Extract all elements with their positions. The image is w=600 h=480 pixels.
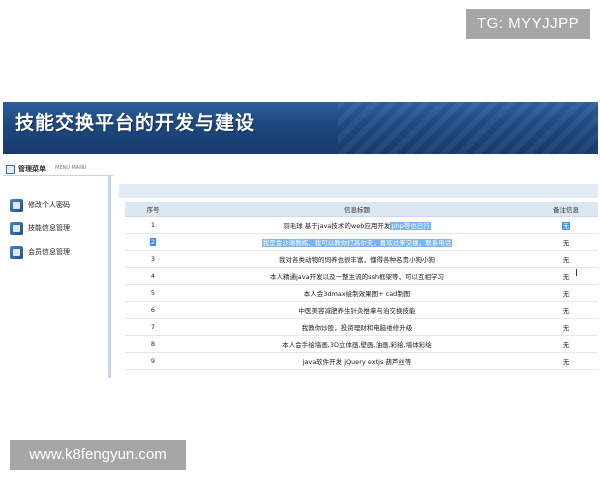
row-title[interactable]: 本人会3dmax绘制效果图+ cad制图 [181, 284, 533, 302]
row-number: 6 [125, 301, 181, 319]
table-row[interactable]: 8 本人会手绘墙画,3D立体画,壁画,油画,彩绘,墙体彩绘 无 [125, 335, 598, 353]
row-number: 9 [125, 352, 181, 370]
row-number-selected: 2 [149, 238, 157, 246]
sidebar-header: 管理菜单 MENU MANU [3, 163, 113, 176]
table-row[interactable]: 5 本人会3dmax绘制效果图+ cad制图 无 [125, 284, 598, 302]
table-row[interactable]: 2 我是金沙滩教练，我可以教你打高尔夫，喜欢过来交换，联系电话 无 [125, 233, 598, 251]
row-title[interactable]: 羽毛球 基于java技术的web应用开发php等也已行 [181, 216, 533, 234]
row-number: 1 [125, 216, 181, 234]
app-screenshot: 技能交换平台的开发与建设 管理菜单 MENU MANU 修改个人密码 技能信息管… [3, 102, 598, 378]
sidebar-item-label: 修改个人密码 [28, 201, 70, 209]
row-title[interactable]: 本人会手绘墙画,3D立体画,壁画,油画,彩绘,墙体彩绘 [181, 335, 533, 353]
row-note: 无 [533, 250, 598, 268]
row-number: 8 [125, 335, 181, 353]
users-icon [10, 246, 23, 259]
document-icon [10, 222, 23, 235]
column-header-note[interactable]: 备注信息 [533, 202, 598, 217]
table-row[interactable]: 7 我教你炒股，投资理财和电脑维修升级 无 [125, 318, 598, 336]
row-note: 无 [533, 233, 598, 251]
column-header-no[interactable]: 序号 [125, 202, 181, 217]
page-title: 技能交换平台的开发与建设 [15, 112, 256, 134]
note-selected-text: 无 [561, 222, 571, 230]
table-header-row: 序号 信息标题 备注信息 [125, 202, 598, 217]
row-title[interactable]: java软件开发 jQuery extjs 葫芦丝等 [181, 352, 533, 370]
row-title[interactable]: 本人精通java开发以及一整主流的ssh框架等，可以互相学习 [181, 267, 533, 285]
column-header-title[interactable]: 信息标题 [181, 202, 533, 217]
row-number: 4 [125, 267, 181, 285]
row-title[interactable]: 中医美容减肥养生针灸推拿与治交换技能 [181, 301, 533, 319]
row-title[interactable]: 我对各类动物的饲养也很丰富，懂得各种名贵小狗小狗 [181, 250, 533, 268]
sidebar-divider[interactable] [108, 175, 111, 378]
row-note: 无 [533, 216, 598, 234]
table-row[interactable]: 1 羽毛球 基于java技术的web应用开发php等也已行 无 [125, 216, 598, 234]
row-number: 5 [125, 284, 181, 302]
sidebar-item-label: 会员信息管理 [28, 248, 70, 256]
grid-icon [6, 165, 15, 174]
row-note: 无 [533, 284, 598, 302]
row-note: 无 [533, 267, 598, 285]
row-number: 2 [125, 233, 181, 251]
title-selected-text: php等也已行 [390, 222, 431, 230]
sidebar-header-title: 管理菜单 [18, 165, 46, 173]
sidebar-header-subtitle: MENU MANU [55, 165, 87, 171]
row-number: 3 [125, 250, 181, 268]
sidebar-item-label: 技能信息管理 [28, 224, 70, 232]
title-text: 羽毛球 基于java技术的web应用开发 [283, 222, 391, 230]
title-selected-text: 我是金沙滩教练，我可以教你打高尔夫，喜欢过来交换，联系电话 [261, 239, 453, 247]
row-note: 无 [533, 301, 598, 319]
skills-table: 序号 信息标题 备注信息 1 羽毛球 基于java技术的web应用开发php等也… [125, 202, 598, 370]
content-header-bar [119, 184, 598, 198]
user-key-icon [10, 199, 23, 212]
row-number: 7 [125, 318, 181, 336]
table-row[interactable]: 3 我对各类动物的饲养也很丰富，懂得各种名贵小狗小狗 无 [125, 250, 598, 268]
table-row[interactable]: 4 本人精通java开发以及一整主流的ssh框架等，可以互相学习 无 [125, 267, 598, 285]
row-title[interactable]: 我教你炒股，投资理财和电脑维修升级 [181, 318, 533, 336]
banner: 技能交换平台的开发与建设 [3, 102, 598, 154]
text-cursor-icon: I [575, 268, 578, 279]
watermark-top: TG: MYYJJPP [466, 9, 590, 39]
watermark-bottom: www.k8fengyun.com [10, 440, 186, 470]
table-row[interactable]: 6 中医美容减肥养生针灸推拿与治交换技能 无 [125, 301, 598, 319]
row-note: 无 [533, 318, 598, 336]
row-title[interactable]: 我是金沙滩教练，我可以教你打高尔夫，喜欢过来交换，联系电话 [181, 233, 533, 251]
table-row[interactable]: 9 java软件开发 jQuery extjs 葫芦丝等 无 [125, 352, 598, 370]
row-note: 无 [533, 352, 598, 370]
row-note: 无 [533, 335, 598, 353]
